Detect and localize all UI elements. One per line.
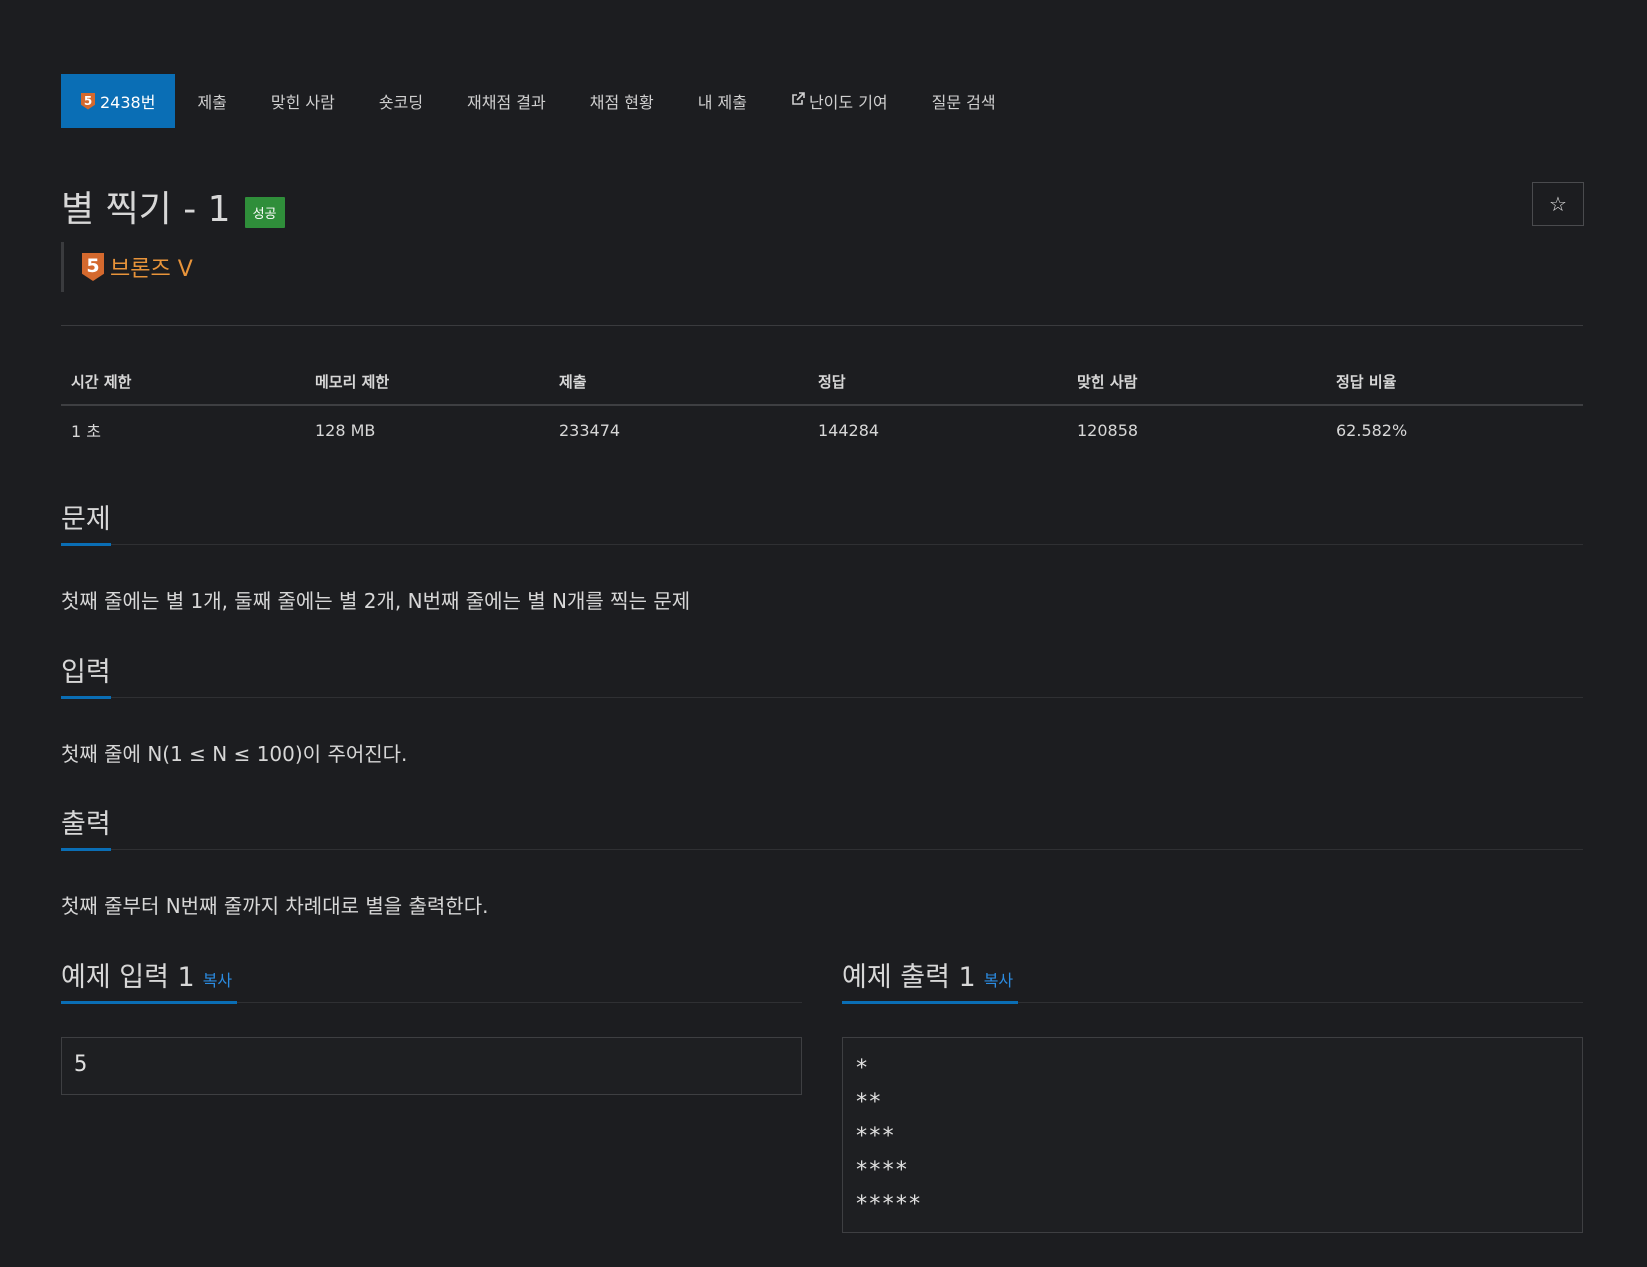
section-divider — [111, 697, 1583, 698]
external-link-icon — [791, 92, 805, 110]
header-accept-ratio: 정답 비율 — [1336, 372, 1397, 391]
problem-page: 5 2438번 제출 맞힌 사람 숏코딩 재채점 결과 채점 현황 내 제출 난… — [0, 0, 1647, 1267]
tab-my-submissions[interactable]: 내 제출 — [676, 74, 769, 128]
bronze-tier-icon: 5 — [81, 92, 95, 110]
table-row: 1 초 128 MB 233474 144284 120858 62.582% — [61, 406, 1583, 454]
header-memory-limit: 메모리 제한 — [315, 372, 390, 391]
section-underline — [61, 848, 111, 851]
tab-status[interactable]: 채점 현황 — [568, 74, 676, 128]
value-time-limit: 1 초 — [71, 422, 101, 441]
divider — [61, 325, 1583, 326]
header-accepted: 정답 — [818, 372, 846, 391]
tab-rejudge[interactable]: 재채점 결과 — [445, 74, 568, 128]
section-title-input: 입력 — [61, 657, 111, 688]
sample-input-label: 예제 입력 1 — [61, 962, 195, 993]
tier-indicator: 5 브론즈 V — [61, 242, 193, 292]
difficulty-contribution-label: 난이도 기여 — [808, 93, 888, 112]
sample-input-title: 예제 입력 1 복사 — [61, 955, 232, 994]
status-badge: 성공 — [244, 196, 285, 228]
section-underline — [61, 543, 111, 546]
sample-output-box[interactable]: * ** *** **** ***** — [842, 1037, 1583, 1233]
tier-name: 브론즈 V — [110, 257, 193, 282]
header-submissions: 제출 — [559, 372, 587, 391]
copy-sample-input-button[interactable]: 복사 — [203, 971, 232, 990]
value-submissions: 233474 — [559, 420, 621, 440]
table-header-row: 시간 제한 메모리 제한 제출 정답 맞힌 사람 정답 비율 — [61, 358, 1583, 406]
favorite-star-button[interactable]: ☆ — [1532, 182, 1584, 226]
section-divider — [111, 849, 1583, 850]
header-time-limit: 시간 제한 — [71, 372, 132, 391]
tab-problem[interactable]: 5 2438번 — [61, 74, 176, 128]
sample-input-value: 5 — [74, 1052, 88, 1077]
header-solved-users: 맞힌 사람 — [1077, 372, 1138, 391]
problem-nav: 5 2438번 제출 맞힌 사람 숏코딩 재채점 결과 채점 현황 내 제출 난… — [61, 74, 1018, 128]
sample-output-title: 예제 출력 1 복사 — [842, 955, 1013, 994]
problem-number-label: 2438번 — [100, 93, 156, 112]
problem-description-text: 첫째 줄에는 별 1개, 둘째 줄에는 별 2개, N번째 줄에는 별 N개를 … — [61, 589, 691, 613]
value-memory-limit: 128 MB — [315, 420, 376, 440]
star-icon: ☆ — [1549, 192, 1567, 216]
sample-input-box[interactable]: 5 — [61, 1037, 802, 1095]
tab-question-search[interactable]: 질문 검색 — [910, 74, 1018, 128]
output-description-text: 첫째 줄부터 N번째 줄까지 차례대로 별을 출력한다. — [61, 894, 489, 918]
problem-stats-table: 시간 제한 메모리 제한 제출 정답 맞힌 사람 정답 비율 1 초 128 M… — [61, 358, 1583, 454]
section-divider — [237, 1002, 802, 1003]
section-divider — [1018, 1002, 1583, 1003]
copy-sample-output-button[interactable]: 복사 — [984, 971, 1013, 990]
section-underline — [61, 1001, 237, 1004]
section-title-output: 출력 — [61, 809, 111, 840]
tab-short-coding[interactable]: 숏코딩 — [357, 74, 445, 128]
section-underline — [842, 1001, 1018, 1004]
tab-difficulty-contribution[interactable]: 난이도 기여 — [769, 74, 910, 128]
tab-solved-users[interactable]: 맞힌 사람 — [249, 74, 357, 128]
problem-title-row: 별 찍기 - 1 성공 — [61, 180, 285, 232]
value-accept-ratio: 62.582% — [1336, 420, 1408, 440]
sample-output-value: * ** *** **** ***** — [855, 1056, 922, 1217]
section-title-description: 문제 — [61, 504, 111, 535]
section-divider — [111, 544, 1583, 545]
bronze-tier-icon: 5 — [82, 253, 104, 281]
tab-submit[interactable]: 제출 — [175, 74, 248, 128]
section-underline — [61, 696, 111, 699]
sample-output-label: 예제 출력 1 — [842, 962, 976, 993]
input-description-text: 첫째 줄에 N(1 ≤ N ≤ 100)이 주어진다. — [61, 742, 408, 766]
value-solved-users: 120858 — [1077, 420, 1139, 440]
page-title: 별 찍기 - 1 — [61, 189, 231, 230]
value-accepted: 144284 — [818, 420, 880, 440]
